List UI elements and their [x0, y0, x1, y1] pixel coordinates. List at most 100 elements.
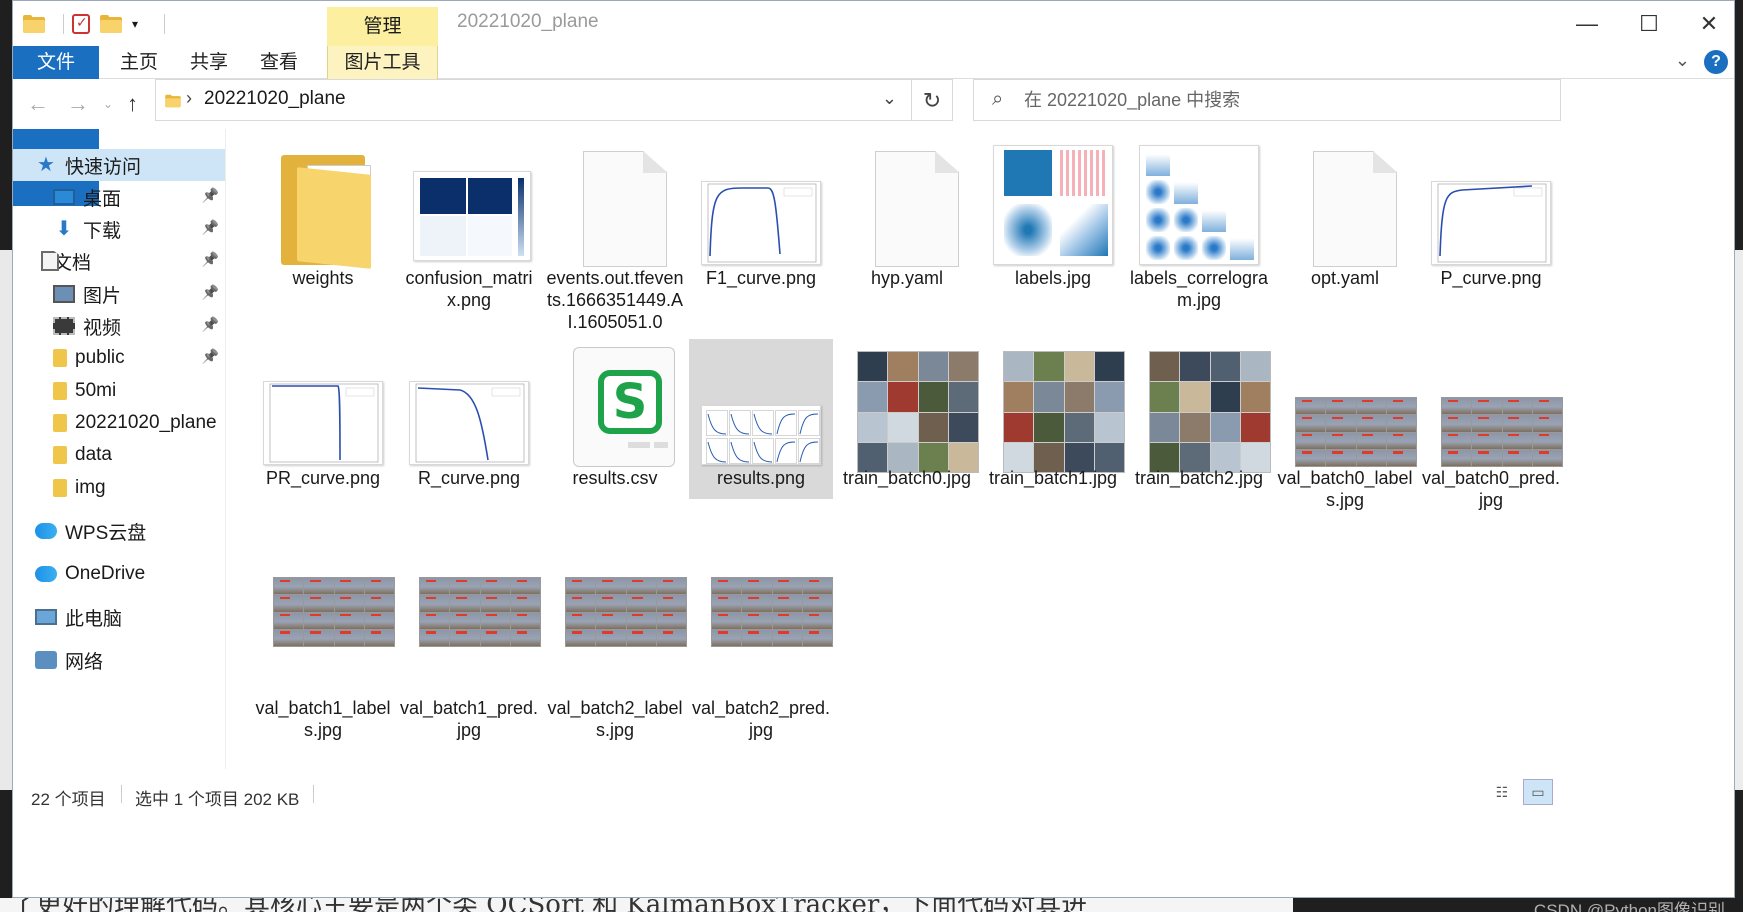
file-name: val_batch1_labels.jpg	[255, 698, 391, 740]
image-preview	[273, 577, 395, 647]
tab-picture-tools[interactable]: 图片工具	[327, 46, 438, 79]
customize-quick-access-icon[interactable]: ▾	[132, 13, 146, 35]
up-arrow-icon[interactable]: ↑	[127, 91, 138, 117]
folder-item[interactable]: weights	[251, 139, 395, 299]
file-item[interactable]: confusion_matrix.png	[397, 139, 541, 310]
image-preview	[993, 145, 1113, 265]
breadcrumb[interactable]: 20221020_plane	[204, 88, 346, 110]
address-row: ← → ⌄ ↑ › 20221020_plane ⌄ ↻ ⌕	[13, 79, 1734, 129]
sidebar-item[interactable]: 桌面 📌	[13, 181, 225, 213]
folder-icon	[53, 479, 67, 497]
file-item[interactable]: labels.jpg	[981, 139, 1125, 299]
file-item[interactable]: train_batch0.jpg	[835, 339, 979, 499]
file-item[interactable]: val_batch0_pred.jpg	[1419, 339, 1563, 510]
thumbnail	[555, 145, 675, 267]
file-item[interactable]: val_batch1_pred.jpg	[397, 569, 541, 740]
sidebar-item-label: 桌面	[83, 188, 122, 210]
thumbnail	[263, 575, 395, 695]
file-name: R_curve.png	[417, 468, 521, 488]
file-item[interactable]: train_batch2.jpg	[1127, 339, 1271, 499]
sidebar-item-label: 50mi	[75, 380, 117, 401]
sidebar-item-label: 此电脑	[65, 608, 123, 630]
recent-locations-icon[interactable]: ⌄	[103, 97, 113, 111]
thumbnail	[263, 145, 383, 269]
folder-icon	[23, 15, 45, 33]
computer-icon	[35, 609, 57, 625]
folder-icon	[53, 446, 67, 464]
file-item[interactable]: val_batch2_labels.jpg	[543, 569, 687, 740]
thumbnail	[701, 145, 821, 265]
sidebar-item[interactable]: 图片 📌	[13, 278, 225, 310]
sidebar-item[interactable]: 此电脑	[13, 601, 225, 633]
thumbnail	[1285, 145, 1405, 267]
search-input[interactable]	[1024, 86, 1544, 114]
sidebar-item-img[interactable]: img	[13, 472, 225, 504]
sidebar-item-data[interactable]: data	[13, 439, 225, 471]
properties-icon[interactable]: ✓	[72, 14, 90, 34]
thumbnail	[555, 575, 687, 695]
sidebar-item[interactable]: ★ 快速访问	[13, 149, 225, 181]
image-preview	[419, 577, 541, 647]
file-item[interactable]: PR_curve.png	[251, 339, 395, 499]
chevron-down-icon[interactable]: ⌄	[1675, 50, 1690, 71]
sidebar-item[interactable]: 视频 📌	[13, 310, 225, 342]
minimize-button[interactable]: —	[1557, 7, 1617, 41]
help-icon[interactable]: ?	[1704, 50, 1728, 74]
file-name: results.csv	[572, 468, 658, 488]
thumbnail	[701, 575, 833, 695]
file-item[interactable]: P_curve.png	[1419, 139, 1563, 299]
pin-icon: 📌	[201, 316, 219, 332]
sidebar-item[interactable]: 文档 📌	[13, 245, 225, 277]
sidebar-item-wps[interactable]: WPS云盘	[13, 515, 225, 547]
image-preview	[1431, 181, 1551, 265]
maximize-button[interactable]: ☐	[1619, 7, 1679, 41]
file-item[interactable]: hyp.yaml	[835, 139, 979, 299]
sidebar-item-label: WPS云盘	[65, 522, 147, 544]
file-item[interactable]: results.png	[689, 339, 833, 499]
file-name: train_batch2.jpg	[1134, 468, 1264, 488]
new-folder-icon[interactable]	[100, 15, 122, 33]
tab-share[interactable]: 共享	[169, 46, 249, 79]
file-item[interactable]: train_batch1.jpg	[981, 339, 1125, 499]
sidebar-item-public[interactable]: public 📌	[13, 342, 225, 374]
sidebar-item-50mi[interactable]: 50mi	[13, 375, 225, 407]
network-icon	[35, 651, 57, 669]
file-item[interactable]: events.out.tfevents.1666351449.AI.160505…	[543, 139, 687, 332]
file-item[interactable]: val_batch0_labels.jpg	[1273, 339, 1417, 510]
file-name: train_batch1.jpg	[988, 468, 1118, 488]
search-box[interactable]: ⌕	[973, 79, 1561, 121]
tab-view[interactable]: 查看	[239, 46, 319, 79]
thumbnail	[1431, 145, 1551, 265]
image-preview	[857, 351, 979, 473]
manage-tab[interactable]: 管理	[327, 7, 438, 46]
sidebar-item-20221020-plane[interactable]: 20221020_plane	[13, 407, 225, 439]
sidebar-item[interactable]: 网络	[13, 644, 225, 676]
file-item[interactable]: val_batch1_labels.jpg	[251, 569, 395, 740]
file-name: val_batch1_pred.jpg	[399, 698, 539, 740]
back-arrow-icon[interactable]: ←	[27, 91, 49, 117]
forward-arrow-icon[interactable]: →	[67, 91, 89, 117]
large-icons-view-button[interactable]: ▭	[1523, 779, 1553, 805]
sidebar-item-onedrive[interactable]: OneDrive	[13, 558, 225, 590]
document-icon	[41, 251, 59, 271]
folder-icon	[281, 155, 381, 269]
breadcrumb-separator[interactable]: ›	[186, 88, 192, 109]
file-item[interactable]: Sresults.csv	[543, 339, 687, 499]
chevron-down-icon[interactable]: ⌄	[882, 88, 897, 109]
file-item[interactable]: opt.yaml	[1273, 139, 1417, 299]
details-view-button[interactable]: ☷	[1487, 779, 1517, 805]
thumbnail	[847, 345, 979, 473]
address-bar[interactable]: › 20221020_plane ⌄	[155, 79, 912, 121]
file-item[interactable]: labels_correlogram.jpg	[1127, 139, 1271, 310]
sidebar-item[interactable]: ⬇ 下载 📌	[13, 213, 225, 245]
file-item[interactable]: F1_curve.png	[689, 139, 833, 299]
tab-home[interactable]: 主页	[99, 46, 179, 79]
image-preview	[409, 381, 529, 465]
file-item[interactable]: R_curve.png	[397, 339, 541, 499]
refresh-button[interactable]: ↻	[911, 79, 953, 121]
thumbnail	[847, 145, 967, 267]
image-preview	[1139, 145, 1259, 265]
close-button[interactable]: ✕	[1679, 7, 1734, 41]
folder-icon	[53, 382, 67, 400]
file-item[interactable]: val_batch2_pred.jpg	[689, 569, 833, 740]
